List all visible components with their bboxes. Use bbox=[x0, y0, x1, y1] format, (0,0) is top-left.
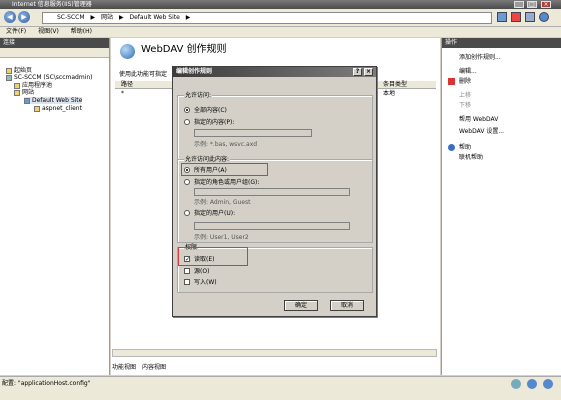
specified-content-label[interactable]: 指定的内容(P): bbox=[194, 119, 234, 126]
crumb-sites[interactable]: 网站 bbox=[101, 14, 113, 21]
action-webdav-settings[interactable]: WebDAV 设置... bbox=[459, 128, 504, 135]
column-path[interactable]: 路径 bbox=[121, 81, 133, 89]
back-arrow-icon[interactable]: ◀ bbox=[4, 11, 16, 23]
action-help[interactable]: 帮助 bbox=[448, 144, 471, 151]
access-group bbox=[177, 95, 373, 161]
crumb-sep-icon: ▶ bbox=[90, 14, 96, 21]
source-checkbox[interactable] bbox=[184, 268, 190, 274]
help-icon bbox=[543, 379, 553, 389]
connections-pane: 连接 起始页 SC-SCCM (SC\sccmadmin) 应用程序池 网站 D… bbox=[0, 38, 110, 375]
dialog-close-button[interactable]: × bbox=[364, 68, 373, 76]
stop-icon[interactable] bbox=[511, 12, 521, 22]
specified-content-field[interactable] bbox=[194, 129, 312, 137]
crumb-server[interactable]: SC-SCCM bbox=[57, 14, 85, 21]
maximize-button[interactable]: □ bbox=[527, 1, 537, 8]
crumb-sep-icon: ▶ bbox=[118, 14, 124, 21]
start-page-icon bbox=[6, 67, 12, 74]
cancel-button[interactable]: 取消 bbox=[330, 300, 364, 311]
specified-roles-field[interactable] bbox=[194, 188, 350, 196]
write-label[interactable]: 写入(W) bbox=[194, 279, 217, 286]
folder-icon bbox=[14, 89, 20, 96]
crumb-site[interactable]: Default Web Site bbox=[129, 14, 179, 21]
connections-toolbar bbox=[0, 48, 109, 58]
menu-bar: 文件(F) 视图(V) 帮助(H) bbox=[0, 27, 561, 37]
users-example: 示例: User1, User2 bbox=[194, 234, 249, 241]
action-online-help[interactable]: 联机帮助 bbox=[459, 154, 483, 161]
dialog-title-bar: 编辑创作规则 ? × bbox=[173, 67, 376, 77]
source-label[interactable]: 源(O) bbox=[194, 268, 209, 275]
all-content-radio[interactable] bbox=[184, 107, 190, 113]
specified-users-label[interactable]: 指定的用户(U): bbox=[194, 210, 235, 217]
webdav-globe-icon bbox=[120, 44, 135, 59]
action-webdav-toggle[interactable]: 帮用 WebDAV bbox=[459, 116, 498, 123]
minimize-button[interactable]: _ bbox=[514, 1, 524, 8]
app-pool-icon bbox=[14, 82, 20, 89]
action-edit[interactable]: 编辑... bbox=[459, 68, 477, 75]
tree-sites[interactable]: 网站 bbox=[14, 89, 34, 96]
tree-server[interactable]: SC-SCCM (SC\sccmadmin) bbox=[6, 74, 93, 81]
write-checkbox[interactable] bbox=[184, 279, 190, 285]
action-delete[interactable]: 删除 bbox=[448, 78, 471, 85]
server-icon bbox=[6, 74, 12, 81]
crumb-sep-icon: ▶ bbox=[185, 14, 191, 21]
horizontal-scrollbar[interactable] bbox=[112, 349, 437, 357]
network-icon bbox=[511, 379, 521, 389]
dialog-help-button[interactable]: ? bbox=[353, 68, 362, 76]
address-bar[interactable]: SC-SCCM ▶ 网站 ▶ Default Web Site ▶ bbox=[42, 12, 492, 24]
close-button[interactable]: × bbox=[541, 1, 551, 8]
content-example: 示例: *.bas, wsvc.axd bbox=[194, 141, 258, 148]
address-toolbar: ◀ ▶ SC-SCCM ▶ 网站 ▶ Default Web Site ▶ bbox=[0, 9, 561, 27]
specified-users-field[interactable] bbox=[194, 222, 350, 230]
specified-content-radio[interactable] bbox=[184, 119, 190, 125]
allowed-users-label: 允许访问此内容: bbox=[184, 156, 231, 163]
action-move-up[interactable]: 上移 bbox=[459, 92, 471, 99]
column-entry-type[interactable]: 条目类型 bbox=[383, 81, 407, 89]
menu-view[interactable]: 视图(V) bbox=[38, 28, 59, 35]
forward-arrow-icon[interactable]: ▶ bbox=[18, 11, 30, 23]
window-title-bar: Internet 信息服务(IIS)管理器 _ □ × bbox=[0, 0, 561, 9]
home-icon[interactable] bbox=[525, 12, 535, 22]
help-icon bbox=[448, 144, 455, 151]
window-title: Internet 信息服务(IIS)管理器 bbox=[12, 1, 92, 8]
specified-users-radio[interactable] bbox=[184, 210, 190, 216]
help-icon[interactable] bbox=[539, 12, 549, 22]
tree-app-pools[interactable]: 应用程序池 bbox=[14, 82, 52, 89]
feature-description: 使用此功能可指定 bbox=[119, 71, 168, 78]
tree-default-web-site[interactable]: Default Web Site bbox=[24, 97, 83, 104]
refresh-icon[interactable] bbox=[497, 12, 507, 22]
action-add-rule[interactable]: 添加创作规则... bbox=[459, 54, 501, 61]
specified-roles-label[interactable]: 指定的角色或用户组(G): bbox=[194, 179, 259, 186]
status-bar: 配置: "applicationHost.config" bbox=[0, 376, 561, 400]
info-icon bbox=[527, 379, 537, 389]
tree-start-page[interactable]: 起始页 bbox=[6, 67, 32, 74]
connections-header: 连接 bbox=[0, 38, 109, 48]
read-highlight bbox=[178, 247, 248, 266]
edit-authoring-rule-dialog: 编辑创作规则 ? × 允许访问: 全部内容(C) 指定的内容(P): 示例: *… bbox=[172, 66, 377, 317]
specified-roles-radio[interactable] bbox=[184, 179, 190, 185]
view-tabs: 功能视图 内容视图 bbox=[112, 362, 170, 373]
row-path: * bbox=[121, 90, 124, 97]
all-content-label[interactable]: 全部内容(C) bbox=[194, 107, 227, 114]
delete-x-icon bbox=[448, 78, 455, 85]
ok-button[interactable]: 确定 bbox=[284, 300, 318, 311]
status-text: 配置: "applicationHost.config" bbox=[2, 380, 91, 387]
menu-file[interactable]: 文件(F) bbox=[6, 28, 26, 35]
tab-content-view[interactable]: 内容视图 bbox=[142, 364, 166, 371]
menu-help[interactable]: 帮助(H) bbox=[71, 28, 92, 35]
folder-icon bbox=[34, 105, 40, 112]
actions-pane: 操作 添加创作规则... 编辑... 删除 上移 下移 帮用 WebDAV We… bbox=[441, 38, 561, 375]
row-entry-type: 本地 bbox=[383, 90, 396, 97]
action-move-down[interactable]: 下移 bbox=[459, 102, 471, 109]
page-title: WebDAV 创作规则 bbox=[141, 44, 227, 55]
all-users-highlight bbox=[181, 163, 268, 176]
globe-icon bbox=[24, 97, 30, 104]
dialog-title: 编辑创作规则 bbox=[176, 68, 213, 75]
tree-aspnet-client[interactable]: aspnet_client bbox=[34, 105, 82, 112]
roles-example: 示例: Admin, Guest bbox=[194, 199, 251, 206]
access-group-label: 允许访问: bbox=[184, 92, 213, 99]
tab-features-view[interactable]: 功能视图 bbox=[112, 364, 136, 371]
actions-header: 操作 bbox=[442, 38, 561, 48]
